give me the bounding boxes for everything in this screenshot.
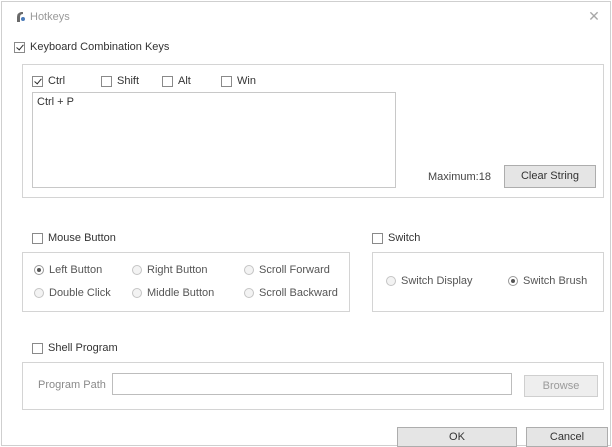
checkbox-box: [32, 342, 43, 354]
radio-dot: [34, 265, 44, 275]
radio-middle-button[interactable]: Middle Button: [132, 287, 214, 299]
modifier-shift-label: Shift: [117, 75, 140, 87]
radio-scroll-backward[interactable]: Scroll Backward: [244, 287, 338, 299]
program-path-label: Program Path: [38, 379, 106, 391]
checkbox-box: [221, 75, 232, 87]
clear-string-button[interactable]: Clear String: [504, 165, 596, 188]
key-combination-textbox[interactable]: Ctrl + P: [32, 92, 396, 188]
mouse-group: [22, 252, 350, 312]
close-icon: ✕: [588, 8, 600, 24]
checkbox-box: [32, 75, 43, 87]
ok-button[interactable]: OK: [397, 427, 517, 447]
shell-program-checkbox[interactable]: Shell Program: [32, 342, 118, 354]
close-button[interactable]: ✕: [586, 8, 602, 24]
scroll-backward-label: Scroll Backward: [259, 287, 338, 299]
radio-dot: [34, 288, 44, 298]
shell-program-label: Shell Program: [48, 342, 118, 354]
middle-button-label: Middle Button: [147, 287, 215, 299]
maximum-length-label: Maximum:18: [428, 171, 491, 183]
program-path-input[interactable]: [112, 373, 512, 395]
radio-dot: [386, 276, 396, 286]
modifier-ctrl-label: Ctrl: [48, 75, 66, 87]
radio-left-button[interactable]: Left Button: [34, 264, 102, 276]
checkbox-box: [162, 75, 173, 87]
switch-brush-label: Switch Brush: [523, 275, 588, 287]
switch-label: Switch: [388, 232, 421, 244]
checkbox-box: [32, 232, 43, 244]
radio-switch-display[interactable]: Switch Display: [386, 275, 473, 287]
hotkeys-dialog: Hotkeys ✕ Keyboard Combination Keys Ctrl…: [1, 1, 611, 447]
checkbox-box: [101, 75, 112, 87]
window-title: Hotkeys: [30, 11, 70, 23]
checkbox-box: [372, 232, 383, 244]
left-button-label: Left Button: [49, 264, 103, 276]
scroll-forward-label: Scroll Forward: [259, 264, 330, 276]
keyboard-combination-checkbox[interactable]: Keyboard Combination Keys: [14, 41, 169, 53]
modifier-shift-checkbox[interactable]: Shift: [101, 75, 139, 87]
mouse-button-checkbox[interactable]: Mouse Button: [32, 232, 116, 244]
title-bar: Hotkeys ✕: [2, 2, 610, 30]
radio-dot: [132, 288, 142, 298]
checkbox-box: [14, 41, 25, 53]
radio-dot: [132, 265, 142, 275]
double-click-label: Double Click: [49, 287, 111, 299]
switch-checkbox[interactable]: Switch: [372, 232, 420, 244]
app-icon: [17, 12, 25, 22]
modifier-alt-label: Alt: [178, 75, 191, 87]
radio-double-click[interactable]: Double Click: [34, 287, 111, 299]
mouse-button-label: Mouse Button: [48, 232, 116, 244]
modifier-win-label: Win: [237, 75, 256, 87]
switch-display-label: Switch Display: [401, 275, 473, 287]
modifier-alt-checkbox[interactable]: Alt: [162, 75, 191, 87]
radio-dot: [508, 276, 518, 286]
browse-button[interactable]: Browse: [524, 375, 598, 397]
keyboard-combination-label: Keyboard Combination Keys: [30, 41, 170, 53]
modifier-win-checkbox[interactable]: Win: [221, 75, 256, 87]
right-button-label: Right Button: [147, 264, 208, 276]
radio-dot: [244, 265, 254, 275]
radio-dot: [244, 288, 254, 298]
modifier-ctrl-checkbox[interactable]: Ctrl: [32, 75, 65, 87]
radio-scroll-forward[interactable]: Scroll Forward: [244, 264, 330, 276]
cancel-button[interactable]: Cancel: [526, 427, 608, 447]
radio-switch-brush[interactable]: Switch Brush: [508, 275, 587, 287]
radio-right-button[interactable]: Right Button: [132, 264, 208, 276]
